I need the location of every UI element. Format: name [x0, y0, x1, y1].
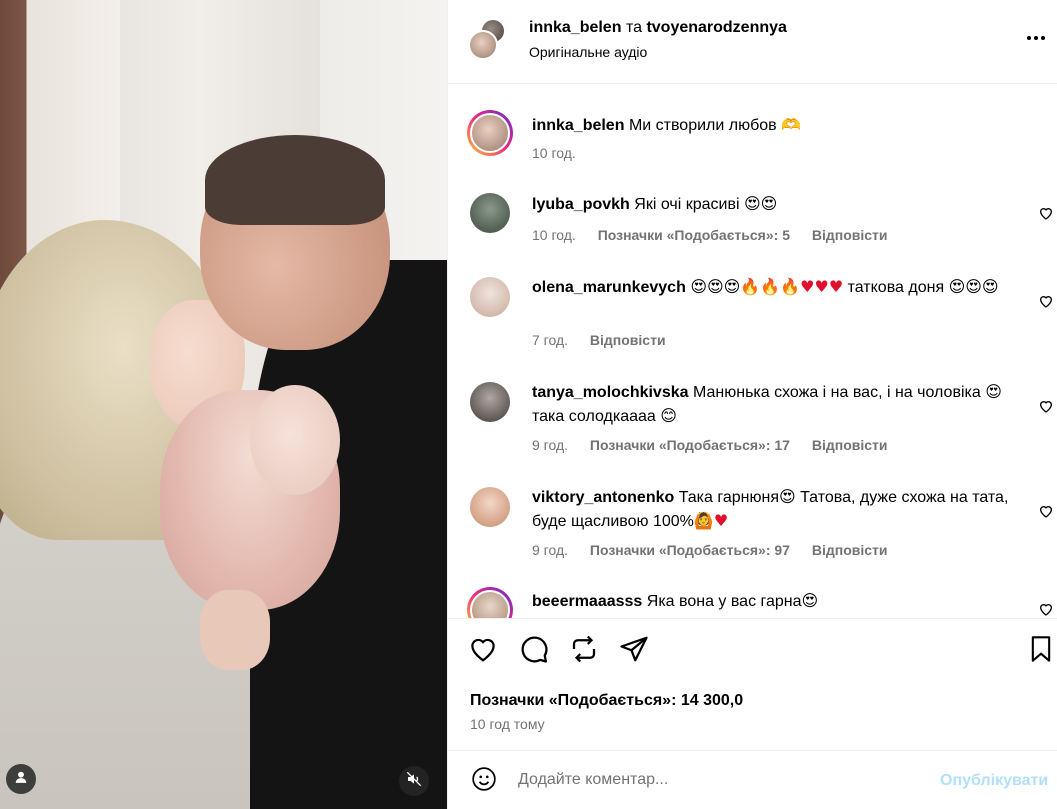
comment-like-button[interactable] — [1038, 601, 1054, 617]
emoji-button[interactable] — [470, 766, 498, 797]
more-options-button[interactable] — [1024, 28, 1048, 52]
repost-icon — [569, 634, 599, 669]
avatar[interactable] — [470, 193, 510, 233]
comment-time[interactable]: 7 год. — [532, 332, 568, 348]
collab-avatars[interactable] — [468, 18, 506, 62]
comment-icon — [519, 634, 549, 669]
heart-icon — [1038, 401, 1054, 418]
comment-emoji: 😍 — [985, 382, 1002, 401]
comment-like-button[interactable] — [1038, 398, 1054, 414]
comment-like-button[interactable] — [1038, 503, 1054, 519]
caption-username[interactable]: innka_belen — [532, 117, 624, 134]
comment-emoji: 😍😍😍🔥🔥🔥 — [690, 277, 801, 296]
comment-body: таткова доня — [843, 279, 945, 296]
comment-body: Манюнька схожа і на вас, і на чоловіка — [692, 384, 981, 401]
comment-body: Які очі красиві 😍😍 — [634, 196, 778, 213]
comment-composer: Опублікувати — [448, 750, 1057, 809]
comment-hearts: ♥ — [713, 511, 729, 530]
post-authors: innka_belen та tvoyenarodzennya — [529, 18, 787, 38]
share-icon — [619, 634, 649, 669]
avatar — [468, 30, 498, 60]
tagged-users-button[interactable] — [6, 764, 36, 794]
repost-button[interactable] — [569, 634, 599, 669]
comment-button[interactable] — [519, 634, 549, 669]
photo-figure-hand — [200, 590, 270, 670]
heart-icon — [1038, 506, 1054, 523]
caption-time[interactable]: 10 год. — [532, 145, 576, 161]
caption-body: Ми створили любов 🫶 — [628, 117, 802, 134]
reply-button[interactable]: Відповісти — [812, 227, 888, 243]
comment-meta: 7 год. Відповісти — [532, 331, 684, 349]
save-button[interactable] — [1026, 634, 1056, 669]
comment-text: olena_marunkevych 😍😍😍🔥🔥🔥♥♥♥ таткова доня… — [532, 275, 1012, 299]
comment-time[interactable]: 9 год. — [532, 437, 568, 453]
reply-button[interactable]: Відповісти — [590, 332, 666, 348]
comment-meta: 9 год. Позначки «Подобається»: 97 Відпов… — [532, 541, 906, 559]
comment-username[interactable]: tanya_molochkivska — [532, 384, 689, 401]
comment-username[interactable]: olena_marunkevych — [532, 279, 686, 296]
comment-input[interactable] — [518, 769, 918, 791]
collaborator-link[interactable]: tvoyenarodzennya — [646, 19, 786, 36]
like-icon — [468, 634, 498, 669]
post-time[interactable]: 10 год тому — [470, 715, 545, 733]
comment-emoji: 😍 — [801, 591, 819, 610]
like-button[interactable] — [468, 636, 498, 666]
comment-body: Така гарнюня — [678, 489, 779, 506]
more-icon — [1024, 26, 1048, 55]
post-details-panel: innka_belen та tvoyenarodzennya Оригінал… — [447, 0, 1057, 809]
comment-like-button[interactable] — [1038, 293, 1054, 309]
comment-hearts: ♥♥♥ — [800, 277, 844, 296]
comment-likes[interactable]: Позначки «Подобається»: 5 — [598, 227, 790, 243]
comment-text: beeermaaasss Яка вона у вас гарна😍 — [532, 589, 1012, 613]
avatar[interactable] — [470, 487, 510, 527]
share-button[interactable] — [619, 636, 649, 666]
likes-count[interactable]: Позначки «Подобається»: 14 300,0 — [470, 691, 743, 711]
post-media[interactable] — [0, 0, 447, 809]
comment-text: viktory_antonenko Така гарнюня😍 Татова, … — [532, 485, 1012, 533]
comment-body-2: така солодкаааа — [532, 408, 661, 425]
comment-username[interactable]: viktory_antonenko — [532, 489, 674, 506]
avatar[interactable] — [467, 110, 513, 156]
comment-emoji: 😊 — [660, 406, 677, 425]
heart-icon — [1038, 208, 1054, 225]
comment-emoji: 🙆 — [693, 511, 714, 530]
avatar[interactable] — [470, 277, 510, 317]
reply-button[interactable]: Відповісти — [812, 542, 888, 558]
comment-likes[interactable]: Позначки «Подобається»: 97 — [590, 542, 790, 558]
comment-likes[interactable]: Позначки «Подобається»: 17 — [590, 437, 790, 453]
user-tag-icon — [14, 770, 28, 789]
authors-conjunction: та — [625, 19, 642, 36]
audio-link[interactable]: Оригінальне аудіо — [529, 43, 647, 61]
photo-figure-man-hair — [205, 135, 385, 225]
reply-button[interactable]: Відповісти — [812, 437, 888, 453]
comment-text: tanya_molochkivska Манюнька схожа і на в… — [532, 380, 1012, 428]
bookmark-icon — [1027, 634, 1055, 669]
comment-emoji: 😍😍😍 — [948, 277, 999, 296]
avatar[interactable] — [467, 587, 513, 618]
comment-body: Яка вона у вас гарна — [646, 593, 802, 610]
comment-emoji: 😍 — [778, 487, 796, 506]
emoji-icon — [471, 766, 497, 797]
comment-username[interactable]: beeermaaasss — [532, 593, 642, 610]
post-header: innka_belen та tvoyenarodzennya Оригінал… — [448, 0, 1057, 84]
mute-button[interactable] — [399, 766, 429, 796]
comment-text: lyuba_povkh Які очі красиві 😍😍 — [532, 193, 1012, 216]
caption-text: innka_belen Ми створили любов 🫶 — [532, 114, 1012, 137]
post-comment-button[interactable]: Опублікувати — [940, 771, 1048, 791]
comment-meta: 9 год. Позначки «Подобається»: 17 Відпов… — [532, 436, 906, 454]
heart-icon — [1038, 604, 1054, 618]
comment-time[interactable]: 10 год. — [532, 227, 576, 243]
comment-username[interactable]: lyuba_povkh — [532, 196, 630, 213]
comment-meta: 10 год. Позначки «Подобається»: 5 Відпов… — [532, 226, 906, 244]
post-actions: Позначки «Подобається»: 14 300,0 10 год … — [448, 618, 1057, 750]
comment-time[interactable]: 9 год. — [532, 542, 568, 558]
heart-icon — [1038, 296, 1054, 313]
comment-like-button[interactable] — [1038, 205, 1054, 221]
author-link[interactable]: innka_belen — [529, 19, 621, 36]
avatar[interactable] — [470, 382, 510, 422]
comments-list[interactable]: innka_belen Ми створили любов 🫶 10 год. … — [448, 84, 1057, 618]
caption-meta: 10 год. — [532, 144, 594, 162]
mute-icon — [406, 771, 422, 792]
photo-figure-baby-head — [250, 385, 340, 495]
